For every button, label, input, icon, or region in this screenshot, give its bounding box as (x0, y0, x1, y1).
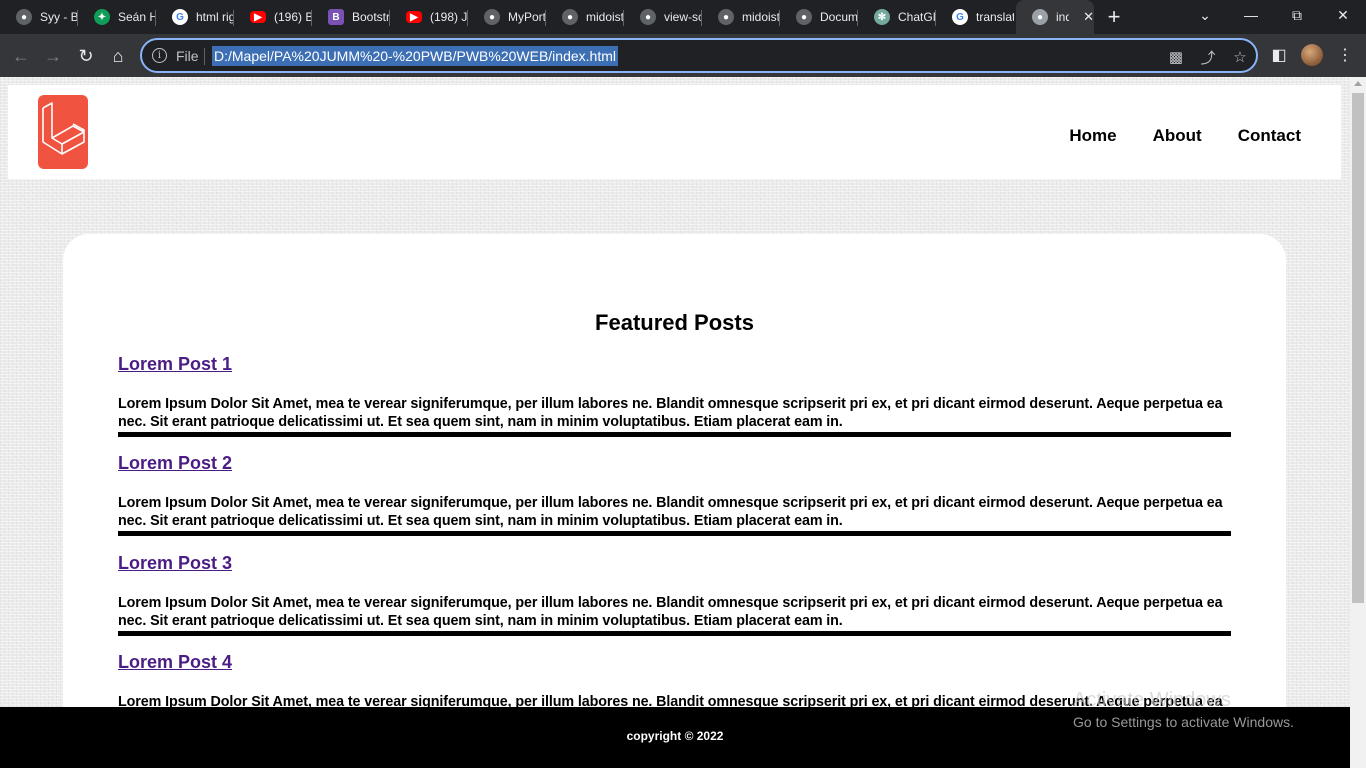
globe-icon: ● (484, 9, 500, 25)
laravel-logo[interactable] (38, 95, 88, 169)
post-excerpt: Lorem Ipsum Dolor Sit Amet, mea te verea… (118, 595, 1223, 629)
tab-label: Docum (820, 10, 858, 24)
browser-tab[interactable]: ● Syy - B (0, 0, 78, 34)
page-scrollbar[interactable] (1350, 77, 1366, 768)
omnibox-divider (204, 48, 205, 65)
scroll-up-arrow-icon[interactable] (1354, 81, 1362, 86)
tab-label: MyPort (508, 10, 546, 24)
post-divider (118, 531, 1231, 536)
copyright-text: copyright © 2022 (626, 729, 724, 743)
browser-tab[interactable]: ● Docum (780, 0, 858, 34)
tab-label: midoist (586, 10, 624, 24)
sparkle-icon: ✦ (94, 9, 110, 25)
translate-icon[interactable]: ▩ (1166, 47, 1186, 67)
globe-icon: ● (562, 9, 578, 25)
post-excerpt: Lorem Ipsum Dolor Sit Amet, mea te verea… (118, 396, 1223, 430)
globe-icon: ● (718, 9, 734, 25)
browser-tab[interactable]: B Bootstr (312, 0, 390, 34)
browser-tab[interactable]: ✦ Seán H (78, 0, 156, 34)
tab-label: (196) B (274, 10, 312, 24)
post-title-link[interactable]: Lorem Post 3 (118, 553, 232, 574)
reload-icon[interactable]: ↻ (73, 43, 99, 69)
tab-label: midoist (742, 10, 780, 24)
post-excerpt: Lorem Ipsum Dolor Sit Amet, mea te verea… (118, 495, 1223, 529)
browser-tab[interactable]: ✻ ChatGI (858, 0, 936, 34)
site-info-icon[interactable]: i (152, 48, 167, 63)
google-icon: G (952, 9, 968, 25)
url-text[interactable]: D:/Mapel/PA%20JUMM%20-%20PWB/PWB%20WEB/i… (212, 46, 618, 66)
tab-label: (198) Ju (430, 10, 468, 24)
globe-icon: ● (796, 9, 812, 25)
activate-windows-title: Activate Windows (1073, 689, 1231, 711)
browser-tab-strip: ● Syy - B ✦ Seán H G html rig ▶ (196) B … (0, 0, 1366, 34)
globe-icon: ● (16, 9, 32, 25)
nav-about-link[interactable]: About (1153, 126, 1202, 146)
browser-toolbar: ← → ↻ ⌂ i File D:/Mapel/PA%20JUMM%20-%20… (0, 34, 1366, 77)
browser-tab[interactable]: G translat (936, 0, 1014, 34)
close-window-icon[interactable]: ✕ (1320, 0, 1366, 30)
page-viewport: Home About Contact Featured Posts Lorem … (0, 77, 1350, 768)
profile-avatar[interactable] (1301, 44, 1323, 66)
activate-windows-subtitle: Go to Settings to activate Windows. (1073, 714, 1294, 730)
browser-tab[interactable]: ● midoist (546, 0, 624, 34)
browser-tab[interactable]: ▶ (196) B (234, 0, 312, 34)
nav-home-link[interactable]: Home (1069, 126, 1116, 146)
youtube-icon: ▶ (250, 11, 266, 23)
post-item: Lorem Post 3 Lorem Ipsum Dolor Sit Amet,… (118, 553, 1231, 636)
nav-contact-link[interactable]: Contact (1238, 126, 1301, 146)
home-icon[interactable]: ⌂ (105, 43, 131, 69)
post-title-link[interactable]: Lorem Post 2 (118, 453, 232, 474)
site-header: Home About Contact (8, 85, 1341, 179)
post-divider (118, 631, 1231, 636)
post-item: Lorem Post 1 Lorem Ipsum Dolor Sit Amet,… (118, 354, 1231, 437)
post-divider (118, 432, 1231, 437)
featured-posts-card: Featured Posts Lorem Post 1 Lorem Ipsum … (63, 234, 1286, 768)
tab-label: Syy - B (40, 10, 78, 24)
browser-tab[interactable]: ▶ (198) Ju (390, 0, 468, 34)
post-title-link[interactable]: Lorem Post 4 (118, 652, 232, 673)
browser-tab[interactable]: ● midoist (702, 0, 780, 34)
tab-label: ind (1056, 10, 1070, 24)
close-tab-icon[interactable]: ✕ (1083, 9, 1094, 25)
tab-label: Bootstr (352, 10, 390, 24)
back-icon[interactable]: ← (8, 43, 34, 69)
tab-label: html rig (196, 10, 234, 24)
scroll-thumb[interactable] (1352, 93, 1364, 603)
scheme-label: File (176, 48, 199, 64)
new-tab-button[interactable]: + (1094, 0, 1134, 34)
globe-icon: ● (640, 9, 656, 25)
tab-search-icon[interactable]: ⌄ (1182, 0, 1228, 30)
post-item: Lorem Post 2 Lorem Ipsum Dolor Sit Amet,… (118, 453, 1231, 536)
chatgpt-icon: ✻ (874, 9, 890, 25)
tab-label: translat (976, 10, 1014, 24)
side-panel-icon[interactable]: ◧ (1268, 44, 1290, 66)
tab-label: ChatGI (898, 10, 936, 24)
tab-label: view-sc (664, 10, 702, 24)
minimize-icon[interactable]: — (1228, 0, 1274, 30)
address-bar[interactable]: i File D:/Mapel/PA%20JUMM%20-%20PWB/PWB%… (140, 38, 1258, 73)
featured-posts-title: Featured Posts (595, 310, 754, 335)
browser-tab-active[interactable]: ● ind ✕ (1016, 0, 1094, 34)
youtube-icon: ▶ (406, 11, 422, 23)
globe-icon: ● (1032, 9, 1048, 25)
share-icon[interactable]: ⤴ (1198, 47, 1218, 67)
laravel-logo-mark (42, 102, 85, 155)
bootstrap-icon: B (328, 9, 344, 25)
browser-tab[interactable]: G html rig (156, 0, 234, 34)
bookmark-star-icon[interactable]: ☆ (1230, 47, 1250, 67)
google-icon: G (172, 9, 188, 25)
browser-tab[interactable]: ● view-sc (624, 0, 702, 34)
menu-kebab-icon[interactable]: ⋮ (1334, 44, 1356, 66)
forward-icon[interactable]: → (40, 43, 66, 69)
tab-label: Seán H (118, 10, 156, 24)
post-title-link[interactable]: Lorem Post 1 (118, 354, 232, 375)
restore-icon[interactable]: ⧉ (1274, 0, 1320, 30)
site-nav: Home About Contact (1069, 126, 1301, 146)
browser-tab[interactable]: ● MyPort (468, 0, 546, 34)
